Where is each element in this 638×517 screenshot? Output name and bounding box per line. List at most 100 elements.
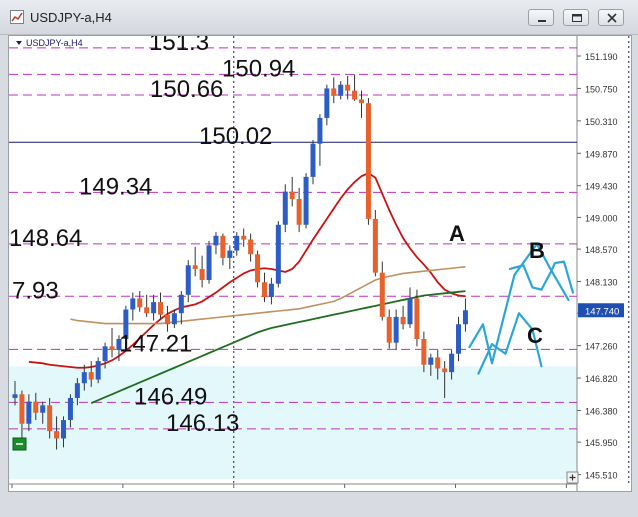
candle-body[interactable] — [352, 90, 358, 100]
candle-body[interactable] — [54, 431, 60, 439]
candle-body[interactable] — [282, 191, 288, 225]
candle-body[interactable] — [26, 401, 32, 424]
y-tick-label: 145.510 — [585, 471, 618, 481]
candle-body[interactable] — [428, 357, 434, 365]
candle-body[interactable] — [40, 405, 46, 413]
level-label: 148.64 — [9, 225, 82, 252]
candle-body[interactable] — [67, 397, 73, 421]
chart-area[interactable]: 151.3 150.94 150.66 150.02 149.34 148.64 7.93 1… — [8, 35, 632, 492]
scenario-arrow — [468, 242, 570, 365]
x-tick-label: 1 Aug 00:00 — [568, 490, 616, 491]
level-label: 7.93 — [12, 277, 59, 304]
price-chart[interactable]: 151.3 150.94150.66 150.02 149.34 148.64 7.93 1… — [9, 36, 631, 491]
symbol-dropdown-icon[interactable] — [16, 41, 22, 45]
candle-body[interactable] — [386, 316, 392, 343]
candle-body[interactable] — [33, 401, 39, 413]
x-tick-label: 29 Jul 08:00 — [347, 490, 396, 491]
candle-body[interactable] — [227, 250, 233, 258]
candle-body[interactable] — [338, 84, 344, 96]
candle-body[interactable] — [379, 272, 385, 317]
candle-body[interactable] — [185, 265, 191, 295]
candle-body[interactable] — [400, 316, 406, 325]
candle-body[interactable] — [213, 235, 219, 246]
y-tick-label: 149.430 — [585, 182, 618, 192]
candle-body[interactable] — [261, 282, 267, 297]
candle-body[interactable] — [130, 298, 136, 310]
candle-body[interactable] — [158, 302, 164, 315]
candle-body[interactable] — [171, 313, 177, 325]
x-tick-label: 23 Jul 2025 — [14, 490, 61, 491]
candle-body[interactable] — [199, 268, 205, 281]
scenario-label: B — [529, 238, 545, 263]
candle-body[interactable] — [164, 314, 170, 325]
candle-body[interactable] — [393, 316, 399, 343]
candle-body[interactable] — [102, 346, 108, 362]
candle-body[interactable] — [248, 239, 254, 255]
candle-body[interactable] — [449, 353, 455, 373]
restore-button[interactable] — [563, 9, 589, 26]
close-icon — [607, 13, 617, 23]
level-label: 149.34 — [79, 173, 152, 200]
level-label: 147.21 — [119, 330, 192, 357]
close-button[interactable] — [598, 9, 624, 26]
candle-body[interactable] — [61, 420, 67, 439]
candle-body[interactable] — [19, 394, 25, 424]
scenario-arrow — [508, 260, 575, 294]
minimize-button[interactable] — [528, 9, 554, 26]
chart-app-icon — [10, 10, 24, 24]
candle-body[interactable] — [345, 84, 351, 91]
candle-body[interactable] — [365, 103, 371, 219]
scenario-label: C — [527, 323, 543, 348]
candle-body[interactable] — [206, 245, 212, 281]
scenario-label: A — [449, 221, 465, 246]
candle-body[interactable] — [289, 191, 295, 199]
minimize-icon — [538, 20, 546, 22]
y-tick-label: 146.380 — [585, 406, 618, 416]
candle-body[interactable] — [435, 357, 441, 369]
candle-body[interactable] — [12, 394, 18, 398]
candle-body[interactable] — [442, 368, 448, 373]
candle-body[interactable] — [372, 218, 378, 273]
chart-window: USDJPY-a,H4 151.3 150.94 150.66 150.02 149.3… — [0, 0, 638, 517]
candle-body[interactable] — [151, 302, 157, 314]
candle-body[interactable] — [456, 324, 462, 354]
candle-body[interactable] — [234, 235, 240, 251]
y-tick-label: 147.260 — [585, 342, 618, 352]
candle-body[interactable] — [144, 307, 150, 314]
candle-body[interactable] — [255, 254, 261, 283]
window-titlebar[interactable]: USDJPY-a,H4 — [0, 0, 638, 35]
candle-body[interactable] — [331, 88, 337, 96]
candle-body[interactable] — [407, 298, 413, 325]
candle-body[interactable] — [74, 383, 80, 398]
candle-body[interactable] — [324, 88, 330, 118]
restore-icon — [572, 14, 582, 22]
candle-body[interactable] — [268, 283, 274, 297]
candle-body[interactable] — [310, 143, 316, 177]
level-label: 150.02 — [199, 123, 272, 150]
candle-body[interactable] — [359, 99, 364, 104]
candle-body[interactable] — [317, 117, 323, 144]
y-tick-label: 149.000 — [585, 213, 618, 223]
candle-body[interactable] — [88, 372, 94, 380]
candle-body[interactable] — [414, 298, 420, 339]
y-tick-label: 148.570 — [585, 245, 618, 255]
status-strip — [0, 492, 638, 517]
candle-body[interactable] — [462, 310, 468, 325]
candle-body[interactable] — [137, 298, 143, 308]
candle-body[interactable] — [241, 235, 247, 240]
candle-body[interactable] — [178, 294, 184, 314]
candle-body[interactable] — [275, 224, 281, 284]
candle-body[interactable] — [47, 405, 53, 432]
candle-body[interactable] — [81, 372, 87, 384]
candle-body[interactable] — [109, 346, 115, 351]
candle-body[interactable] — [220, 235, 226, 258]
candle-body[interactable] — [95, 361, 101, 380]
level-label: 146.13 — [166, 410, 239, 437]
level-label: 150.94 — [222, 55, 295, 82]
y-tick-label: 146.820 — [585, 374, 618, 384]
candle-body[interactable] — [421, 338, 427, 365]
candle-body[interactable] — [296, 198, 302, 225]
window-title: USDJPY-a,H4 — [30, 10, 112, 25]
candle-body[interactable] — [192, 265, 198, 269]
candle-body[interactable] — [303, 176, 309, 225]
